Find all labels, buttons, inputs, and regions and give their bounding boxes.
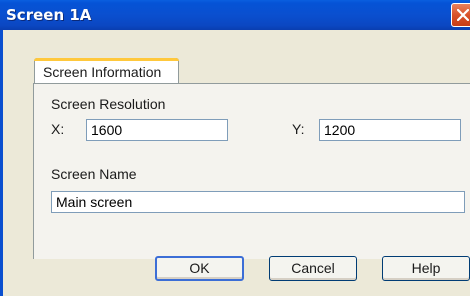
tab-panel: Screen Resolution X: 1600 Y: 1200 Screen…	[33, 83, 470, 259]
x-label: X:	[51, 121, 65, 137]
tab-label: Screen Information	[43, 64, 162, 80]
close-icon	[457, 9, 469, 21]
resolution-heading: Screen Resolution	[51, 96, 166, 112]
dialog-body: Screen Information Screen Resolution X: …	[0, 30, 470, 296]
cancel-button[interactable]: Cancel	[269, 256, 357, 281]
ok-button[interactable]: OK	[155, 256, 244, 281]
screen-name-label: Screen Name	[51, 166, 137, 182]
screen-name-input[interactable]: Main screen	[51, 191, 465, 213]
tab-screen-information[interactable]: Screen Information	[34, 58, 179, 84]
y-label: Y:	[292, 121, 305, 137]
resolution-x-input[interactable]: 1600	[86, 119, 228, 141]
resolution-y-input[interactable]: 1200	[319, 119, 461, 141]
title-bar[interactable]: Screen 1A	[0, 0, 470, 30]
close-button[interactable]	[451, 3, 470, 27]
dialog-window: Screen 1A Screen Information Screen Reso…	[0, 0, 470, 296]
window-title: Screen 1A	[6, 6, 92, 24]
help-button[interactable]: Help	[382, 256, 470, 281]
